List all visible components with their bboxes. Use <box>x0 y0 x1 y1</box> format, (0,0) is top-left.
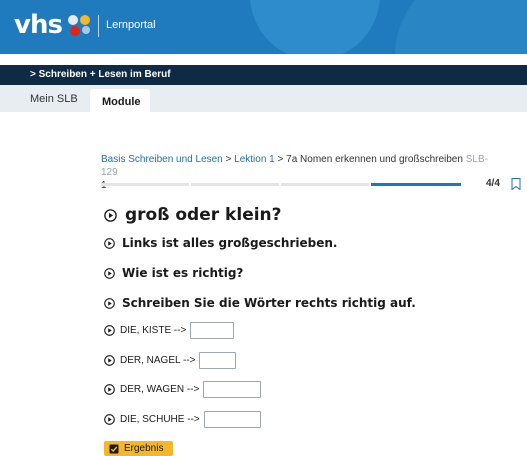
progress-count: 4/4 <box>486 178 500 189</box>
play-circle-icon[interactable] <box>104 414 115 425</box>
exercise-row: DER, NAGEL --> <box>104 352 237 369</box>
instruction-text: Links ist alles großgeschrieben. <box>122 236 338 250</box>
decorative-circle <box>395 0 527 54</box>
play-circle-icon[interactable] <box>104 237 115 249</box>
exercise-title-text: groß oder klein? <box>125 205 282 225</box>
progress-segment-active[interactable] <box>371 183 461 186</box>
breadcrumb-separator: > <box>274 154 287 165</box>
portal-label: Lernportal <box>106 19 156 31</box>
result-button[interactable]: Ergebnis <box>104 441 173 456</box>
play-circle-icon[interactable] <box>104 384 115 395</box>
exercise-row: DIE, SCHUHE --> <box>104 411 261 428</box>
play-circle-icon[interactable] <box>104 355 115 366</box>
play-circle-icon[interactable] <box>104 297 115 309</box>
play-circle-icon[interactable] <box>104 208 117 222</box>
decorative-circle <box>250 0 380 54</box>
instruction-text: Wie ist es richtig? <box>122 266 244 280</box>
vhs-logo[interactable]: vhs <box>14 10 63 40</box>
result-button-label: Ergebnis <box>124 443 164 454</box>
play-circle-icon[interactable] <box>104 267 115 279</box>
top-header: vhs Lernportal <box>0 0 527 54</box>
exercise-row: DER, WAGEN --> <box>104 381 262 398</box>
exercise-title: groß oder klein? <box>104 205 282 225</box>
exercise-row: DIE, KISTE --> <box>104 322 235 339</box>
tab-bar: Mein SLB Module <box>0 85 527 112</box>
vhs-logo-mark-icon <box>68 15 90 36</box>
progress-segment[interactable] <box>281 183 369 186</box>
exercise-prompt: DER, NAGEL --> <box>120 355 196 366</box>
breadcrumb-separator: > <box>222 154 235 165</box>
answer-input[interactable] <box>203 381 262 398</box>
tab-mein-slb[interactable]: Mein SLB <box>30 93 78 105</box>
answer-input[interactable] <box>199 352 237 369</box>
bookmark-icon[interactable] <box>511 178 521 190</box>
breadcrumb-item-lesson[interactable]: Lektion 1 <box>234 154 275 165</box>
breadcrumb-item-current: 7a Nomen erkennen und großschreiben <box>286 154 463 165</box>
answer-input[interactable] <box>203 411 261 428</box>
instruction-line: Schreiben Sie die Wörter rechts richtig … <box>104 296 416 310</box>
instruction-line: Wie ist es richtig? <box>104 266 243 280</box>
progress-segment[interactable] <box>101 183 189 186</box>
exercise-prompt: DIE, KISTE --> <box>120 325 187 336</box>
instruction-text: Schreiben Sie die Wörter rechts richtig … <box>122 296 416 310</box>
breadcrumb: Basis Schreiben und Lesen > Lektion 1 > … <box>101 153 501 192</box>
logo-divider <box>98 15 99 37</box>
instruction-line: Links ist alles großgeschrieben. <box>104 236 337 250</box>
exercise-prompt: DIE, SCHUHE --> <box>120 414 200 425</box>
progress-segment[interactable] <box>191 183 279 186</box>
answer-input[interactable] <box>190 322 235 339</box>
play-circle-icon[interactable] <box>104 325 115 336</box>
tab-module[interactable]: Module <box>90 89 150 112</box>
breadcrumb-item-course[interactable]: Basis Schreiben und Lesen <box>101 154 223 165</box>
section-nav: > Schreiben + Lesen im Beruf <box>0 65 527 85</box>
section-nav-link[interactable]: > Schreiben + Lesen im Beruf <box>30 69 171 80</box>
checkbox-icon <box>109 444 119 453</box>
exercise-prompt: DER, WAGEN --> <box>120 384 200 395</box>
